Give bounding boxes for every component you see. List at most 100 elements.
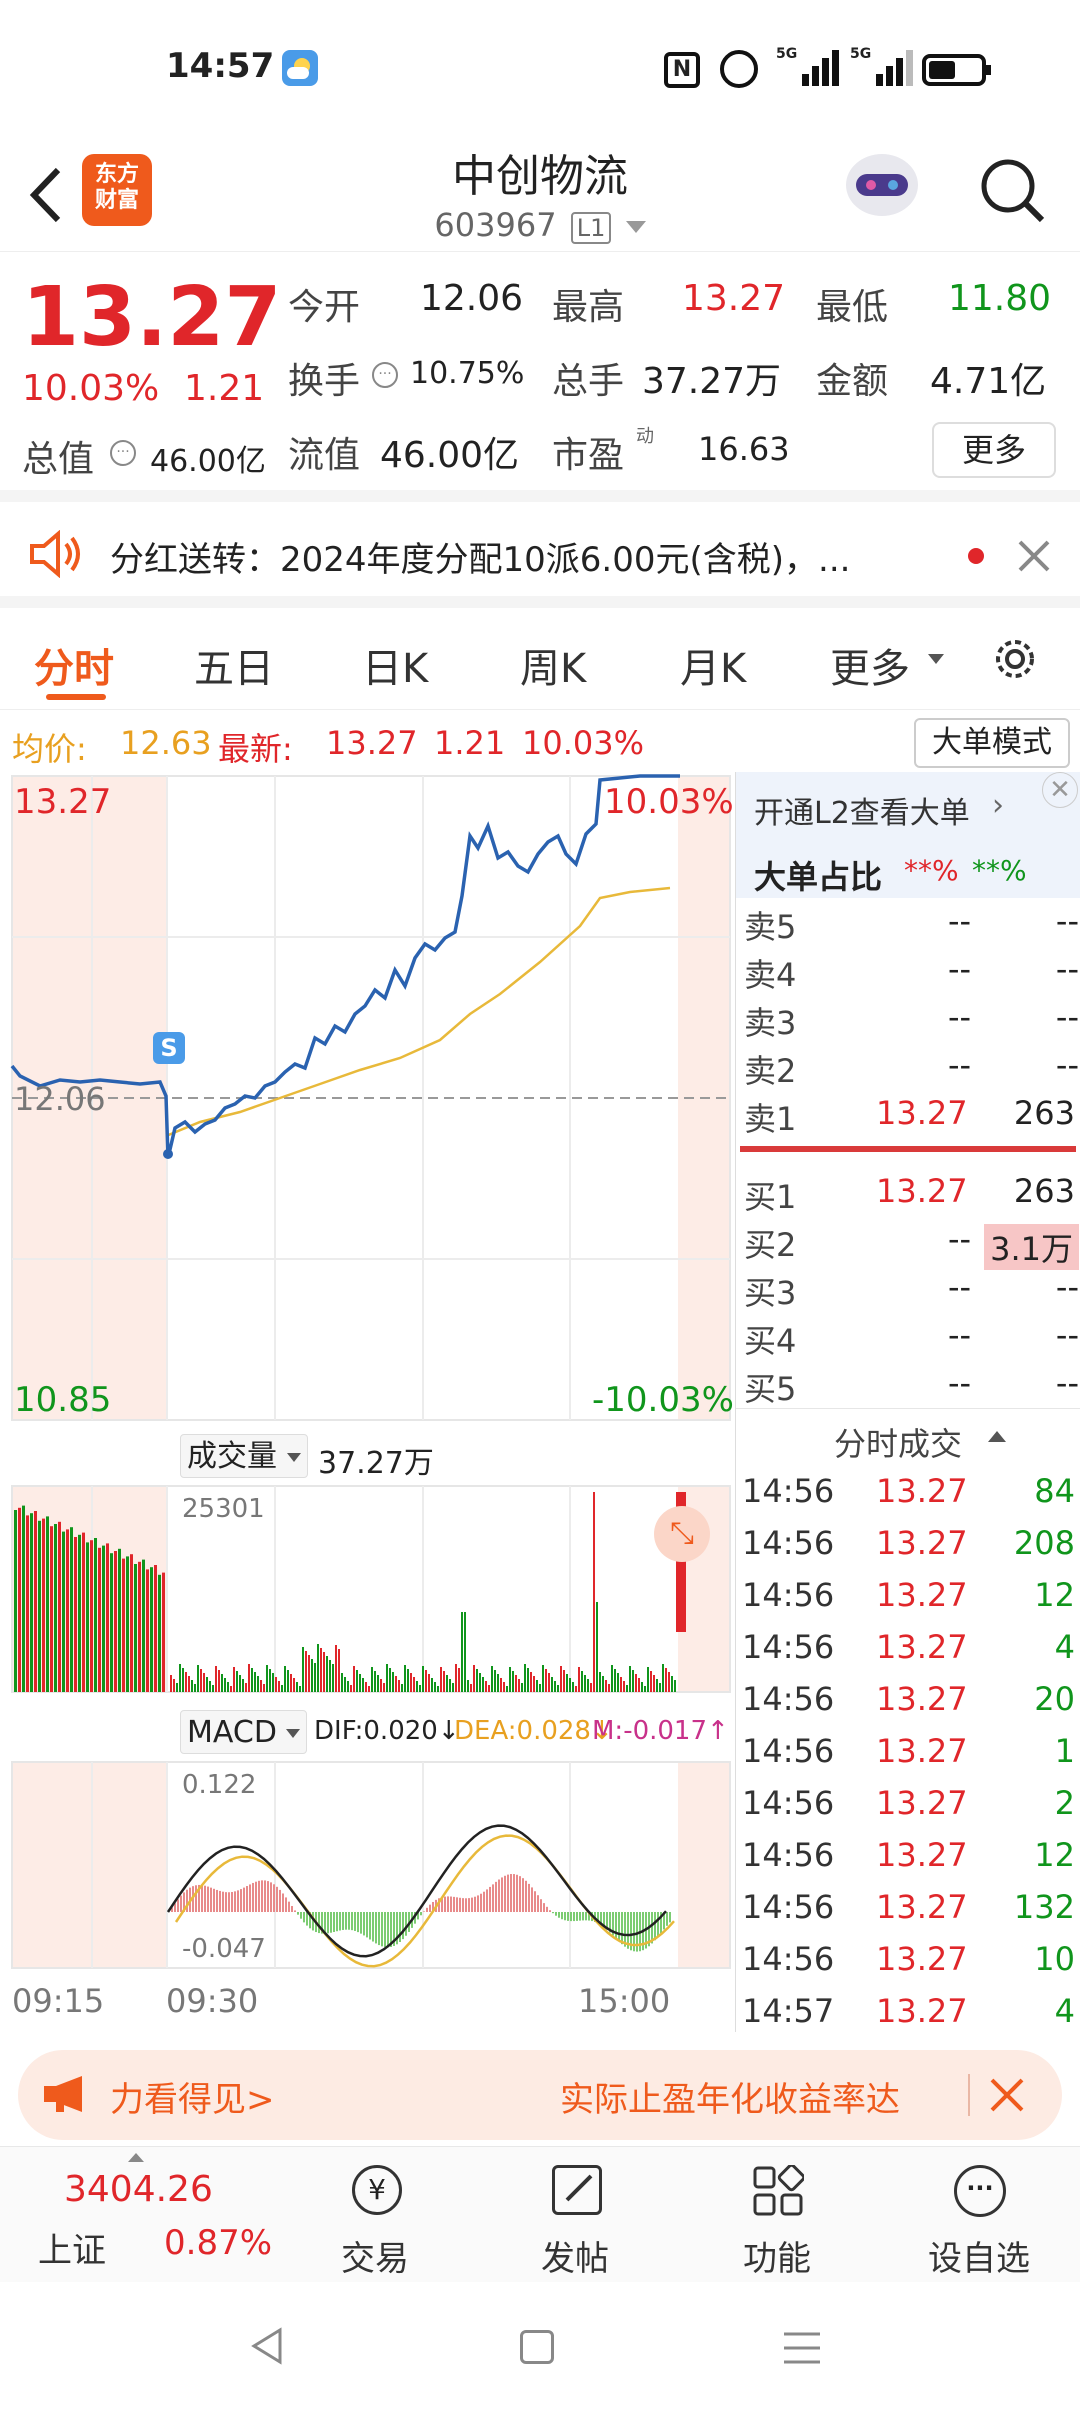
volume-panel xyxy=(11,1485,731,1693)
volume-bar xyxy=(479,1673,481,1692)
notice-bar[interactable]: 分红送转：2024年度分配10派6.00元(含税)，... xyxy=(0,502,1080,608)
volume-bar xyxy=(248,1664,250,1692)
promo-banner[interactable]: 力看得见> 实际止盈年化收益率达 xyxy=(18,2050,1062,2140)
volume-bar xyxy=(587,1679,589,1692)
tick-time: 14:56 xyxy=(742,1888,835,1926)
add-watchlist-label: 设自选 xyxy=(928,2239,1030,2279)
ask-row: 卖5 -- -- xyxy=(736,902,1080,950)
volume-bar xyxy=(338,1649,340,1692)
expand-icon[interactable]: ⤡ xyxy=(654,1506,710,1562)
volume-bar xyxy=(353,1666,355,1692)
volume-bar xyxy=(614,1669,616,1692)
volume-bar xyxy=(314,1663,316,1692)
ask-row: 卖3 -- -- xyxy=(736,998,1080,1046)
tab-five-day[interactable]: 五日 xyxy=(194,636,274,694)
mcap-label: 总值 xyxy=(22,439,95,480)
macd-bar xyxy=(366,1912,368,1938)
gear-icon[interactable] xyxy=(988,632,1042,686)
intraday-chart[interactable]: 13.27 10.03% 12.06 10.85 -10.03% S 成交量 3… xyxy=(0,772,735,2032)
back-icon[interactable] xyxy=(22,160,72,230)
tick-volume: 132 xyxy=(1013,1888,1075,1926)
macd-bar xyxy=(501,1877,503,1912)
brand-line1: 东方 xyxy=(94,162,139,187)
nav-menu-icon[interactable] xyxy=(782,2330,822,2366)
search-icon[interactable] xyxy=(976,156,1048,228)
macd-bar xyxy=(405,1912,407,1936)
s-signal-marker[interactable]: S xyxy=(153,1032,185,1064)
tab-monthly-k[interactable]: 月K xyxy=(680,636,746,694)
macd-bar xyxy=(519,1876,521,1912)
add-watchlist-button[interactable]: ··· 设自选 xyxy=(904,2147,1054,2283)
volume-bar xyxy=(497,1674,499,1692)
close-icon[interactable] xyxy=(1014,536,1054,576)
more-button[interactable]: 更多 xyxy=(932,422,1056,478)
tick-time: 14:57 xyxy=(742,1992,835,2030)
volume-bar xyxy=(86,1542,89,1692)
nav-home-icon[interactable] xyxy=(520,2330,554,2364)
volume-selector[interactable]: 成交量 xyxy=(180,1434,308,1478)
index-widget[interactable]: 3404.26 上证 0.87% xyxy=(0,2147,300,2283)
macd-bar xyxy=(456,1897,458,1912)
tab-intraday[interactable]: 分时 xyxy=(34,636,114,694)
macd-bar xyxy=(399,1912,401,1942)
nav-back-icon[interactable] xyxy=(248,2326,288,2366)
volume-bar xyxy=(54,1524,57,1692)
volume-bar xyxy=(590,1683,592,1692)
volume-bar xyxy=(422,1666,424,1692)
macd-bar xyxy=(579,1912,581,1921)
ask-volume: -- xyxy=(1055,950,1079,988)
tab-more[interactable]: 更多 xyxy=(830,636,910,694)
volume-bar xyxy=(548,1673,550,1692)
current-price: 13.27 xyxy=(22,270,282,365)
volume-bar xyxy=(557,1685,559,1692)
big-order-mode-button[interactable]: 大单模式 xyxy=(914,718,1070,768)
close-icon[interactable] xyxy=(986,2074,1028,2116)
macd-bar xyxy=(300,1912,302,1919)
macd-bar xyxy=(273,1884,275,1912)
volume-bar xyxy=(242,1679,244,1692)
volume-bar xyxy=(626,1685,628,1692)
function-button[interactable]: 功能 xyxy=(702,2147,852,2283)
post-label: 发帖 xyxy=(541,2239,609,2279)
macd-selector[interactable]: MACD xyxy=(180,1710,308,1754)
ask-price: -- xyxy=(948,950,972,988)
trade-button[interactable]: ¥ 交易 xyxy=(300,2147,450,2283)
macd-bar xyxy=(243,1887,245,1912)
close-icon[interactable]: ✕ xyxy=(1042,772,1078,808)
volume-bar xyxy=(302,1647,304,1692)
tick-price: 13.27 xyxy=(876,1940,968,1978)
volume-bar xyxy=(596,1602,598,1692)
bid-price: -- xyxy=(948,1268,972,1306)
volume-bar xyxy=(437,1686,439,1692)
volume-bar xyxy=(491,1666,493,1692)
tab-weekly-k[interactable]: 周K xyxy=(520,636,586,694)
open-value: 12.06 xyxy=(420,278,524,319)
volume-bar xyxy=(341,1673,343,1692)
macd-bar xyxy=(546,1906,548,1912)
l2-banner[interactable]: 开通L2查看大单 › ✕ xyxy=(736,772,1080,842)
volume-bar xyxy=(365,1682,367,1692)
macd-bar xyxy=(483,1891,485,1912)
volume-bar xyxy=(245,1683,247,1692)
macd-bar xyxy=(531,1887,533,1912)
more-button-label: 更多 xyxy=(961,431,1026,469)
macd-bar xyxy=(474,1896,476,1912)
volume-bar xyxy=(467,1680,469,1692)
stock-title[interactable]: 中创物流 603967 L1 xyxy=(340,140,740,244)
robot-assistant-icon[interactable] xyxy=(840,150,924,230)
macd-bar xyxy=(291,1906,293,1912)
post-button[interactable]: 发帖 xyxy=(500,2147,650,2283)
macd-bar xyxy=(345,1912,347,1930)
macd-bar xyxy=(219,1890,221,1912)
tick-volume: 4 xyxy=(1054,1992,1075,2030)
volume-bar xyxy=(200,1669,202,1692)
tab-daily-k[interactable]: 日K xyxy=(362,636,428,694)
l2-label: 开通L2查看大单 xyxy=(754,796,970,831)
volume-bar xyxy=(593,1492,595,1692)
nfc-icon: N xyxy=(664,52,700,88)
volume-bar xyxy=(359,1674,361,1692)
ticks-header[interactable]: 分时成交 xyxy=(736,1408,1080,1468)
macd-bar xyxy=(615,1912,617,1939)
macd-bar xyxy=(318,1912,320,1934)
chevron-down-icon xyxy=(625,221,646,233)
